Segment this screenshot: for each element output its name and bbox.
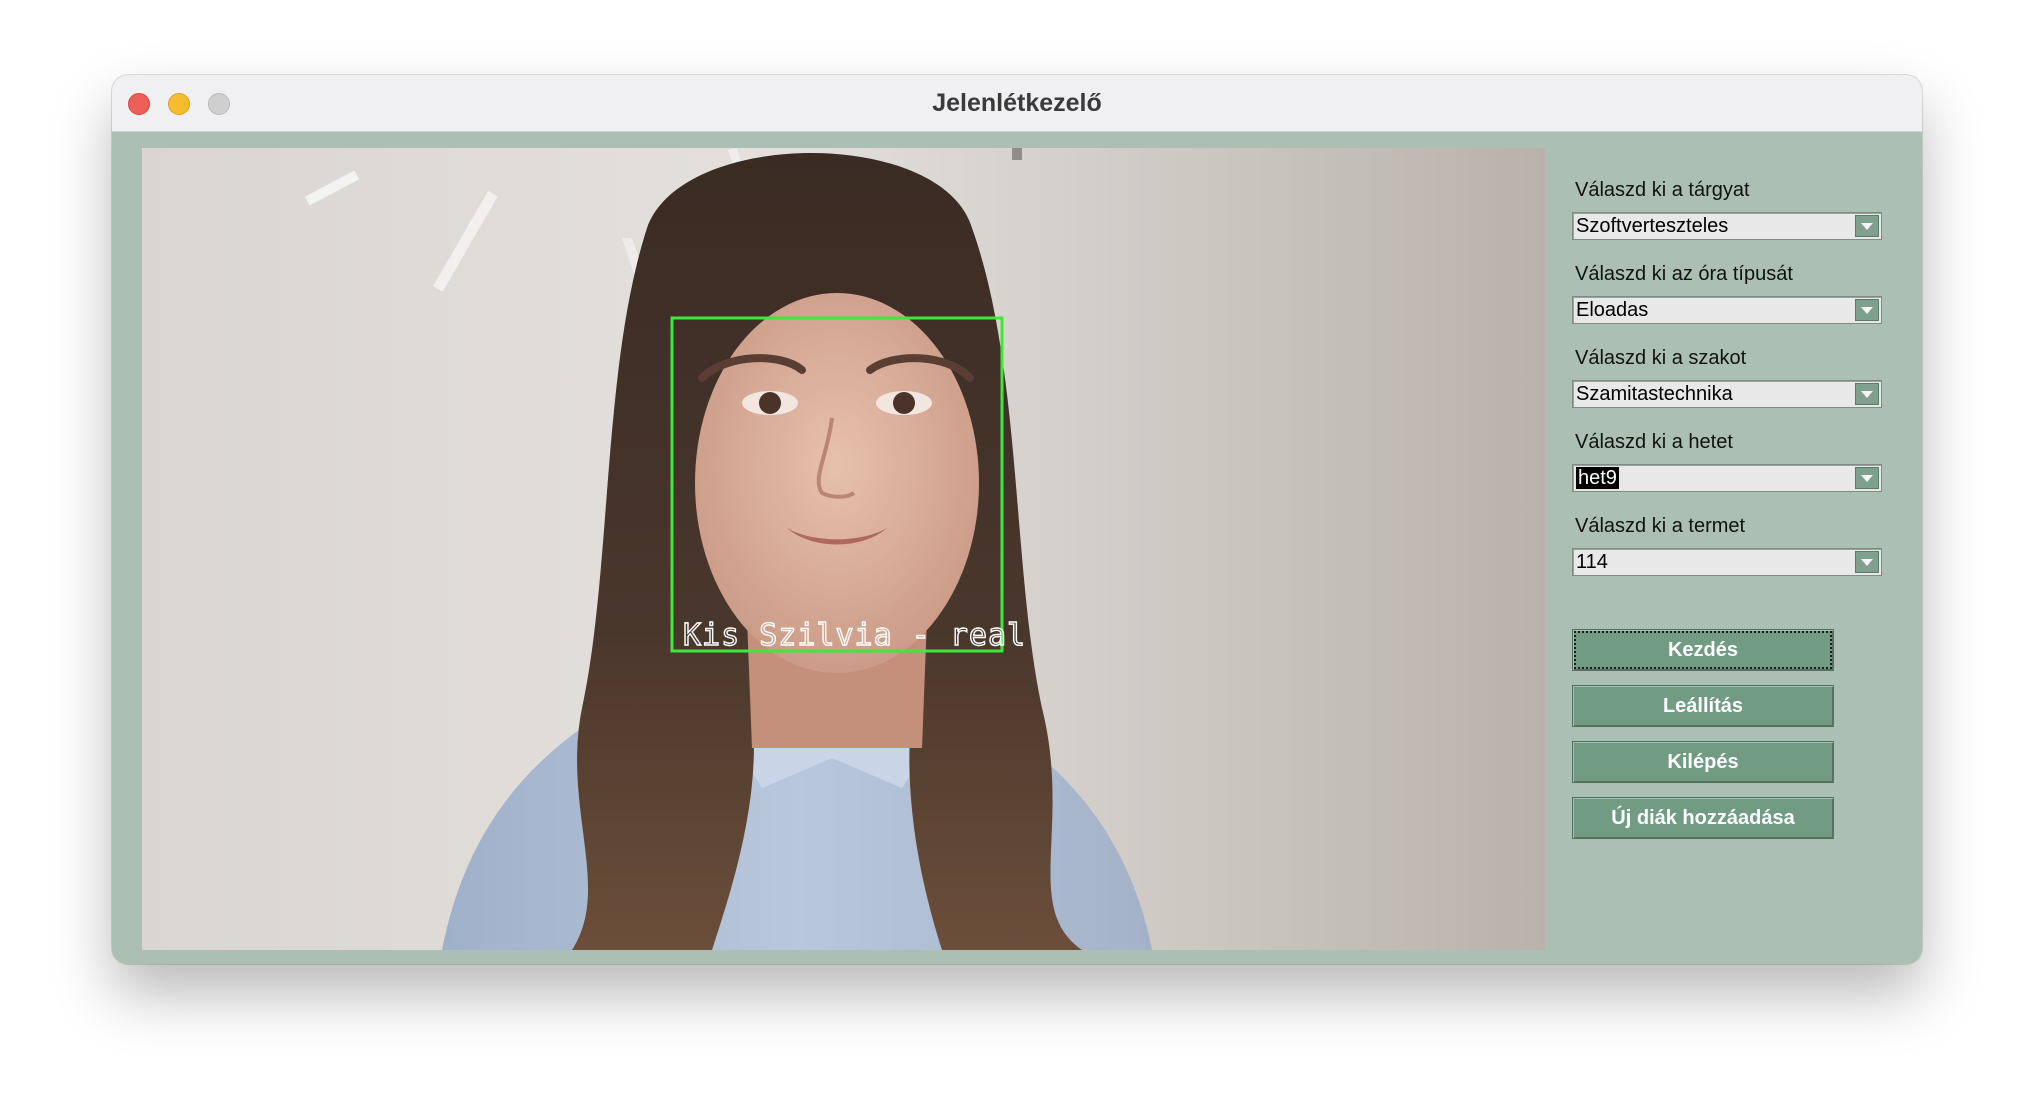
window-title: Jelenlétkezelő [932, 89, 1102, 117]
week-value: het9 [1576, 467, 1619, 489]
chevron-down-icon[interactable] [1855, 299, 1879, 321]
start-button[interactable]: Kezdés [1572, 629, 1834, 671]
subject-value: Szoftverteszteles [1576, 215, 1729, 237]
subject-combobox[interactable]: Szoftverteszteles [1572, 212, 1882, 240]
week-label: Válaszd ki a hetet [1575, 431, 1733, 453]
room-label: Válaszd ki a termet [1575, 515, 1746, 537]
title-bar[interactable]: Jelenlétkezelő [112, 75, 1922, 132]
camera-frame: Kis Szilvia - real [142, 148, 1545, 950]
chevron-down-icon[interactable] [1855, 383, 1879, 405]
face-recognition-label: Kis Szilvia - real [683, 618, 1026, 653]
class-type-label: Válaszd ki az óra típusát [1575, 263, 1793, 285]
class-type-combobox[interactable]: Eloadas [1572, 296, 1882, 324]
chevron-down-icon[interactable] [1855, 551, 1879, 573]
add-student-button[interactable]: Új diák hozzáadása [1572, 797, 1834, 839]
chevron-down-icon[interactable] [1855, 467, 1879, 489]
class-type-value: Eloadas [1576, 299, 1649, 321]
subject-label: Válaszd ki a tárgyat [1575, 179, 1750, 201]
major-combobox[interactable]: Szamitastechnika [1572, 380, 1882, 408]
room-value: 114 [1576, 551, 1608, 573]
app-window: Jelenlétkezelő Kis Szilvia - real Válasz… [112, 75, 1922, 964]
week-combobox[interactable]: het9 [1572, 464, 1882, 492]
camera-feed: Kis Szilvia - real [142, 148, 1545, 950]
major-label: Válaszd ki a szakot [1575, 347, 1747, 369]
major-value: Szamitastechnika [1576, 383, 1733, 405]
room-combobox[interactable]: 114 [1572, 548, 1882, 576]
chevron-down-icon[interactable] [1855, 215, 1879, 237]
exit-button[interactable]: Kilépés [1572, 741, 1834, 783]
stop-button[interactable]: Leállítás [1572, 685, 1834, 727]
